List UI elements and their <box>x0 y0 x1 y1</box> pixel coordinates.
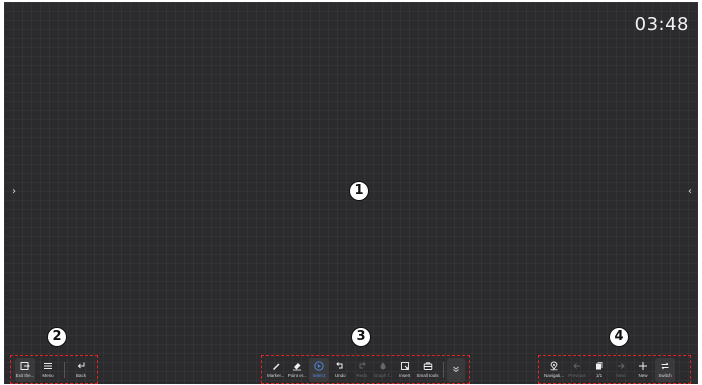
undo-button[interactable]: Undo <box>331 358 351 382</box>
eraser-icon <box>293 363 302 371</box>
annotation-badge-1: 1 <box>349 181 369 201</box>
toolbar-divider <box>442 361 444 378</box>
insert-button[interactable]: Insert <box>395 358 415 382</box>
select-icon <box>314 361 324 371</box>
switch-button[interactable]: Switch <box>655 357 675 382</box>
redo-label: Redo <box>356 373 368 378</box>
page-indicator-button[interactable]: 1/1 <box>589 358 609 382</box>
switch-label: Switch <box>658 373 672 378</box>
next-button[interactable]: Next <box>611 358 631 382</box>
small-tools-button[interactable]: Small tools <box>417 358 439 382</box>
exit-icon <box>20 362 30 370</box>
menu-icon <box>44 363 52 369</box>
back-icon <box>77 362 85 369</box>
chevron-down-icon <box>453 366 460 372</box>
toolbar-divider <box>64 361 65 378</box>
menu-button[interactable]: Menu <box>38 358 58 382</box>
toolbox-icon <box>423 362 432 370</box>
back-label: Back <box>75 373 86 378</box>
next-label: Next <box>616 373 626 378</box>
expand-toolbar-button[interactable] <box>447 357 466 382</box>
eraser-button[interactable]: Point er... <box>288 358 308 382</box>
exit-label: Exit the... <box>15 373 35 378</box>
left-edge-arrow-icon[interactable]: › <box>10 185 18 199</box>
annotation-badge-3: 3 <box>351 327 371 347</box>
previous-label: Previous <box>568 373 586 378</box>
navigation-label: Navigati... <box>543 373 564 378</box>
menu-label: Menu <box>42 373 54 378</box>
small-tools-label: Small tools <box>416 373 439 378</box>
page-indicator-label: 1/1 <box>595 373 603 378</box>
eraser-label: Point er... <box>287 373 307 378</box>
switch-icon <box>661 362 669 370</box>
marker-label: Marker... <box>266 373 285 378</box>
insert-label: Insert <box>399 373 411 378</box>
exit-button[interactable]: Exit the... <box>15 357 35 382</box>
back-button[interactable]: Back <box>71 358 91 382</box>
graph-label: Graph f... <box>373 373 393 378</box>
navigation-icon <box>550 361 558 371</box>
annotation-badge-4: 4 <box>609 327 629 347</box>
select-label: Select <box>312 373 325 378</box>
undo-label: Undo <box>334 373 346 378</box>
redo-icon <box>359 362 366 369</box>
marker-button[interactable]: Marker... <box>266 358 286 382</box>
center-toolbar-group: Marker... Point er... Select Undo Redo G… <box>261 355 470 384</box>
left-toolbar-group: Exit the... Menu Back <box>10 355 98 384</box>
right-edge-arrow-icon[interactable]: ‹ <box>686 185 694 199</box>
arrow-right-icon <box>618 363 625 369</box>
plus-icon <box>639 362 647 370</box>
graph-icon <box>380 362 386 370</box>
undo-icon <box>336 362 343 369</box>
redo-button[interactable]: Redo <box>352 358 372 382</box>
clock: 03:48 <box>634 14 689 35</box>
insert-icon <box>400 362 409 370</box>
right-toolbar-group: Navigati... Previous 1/1 Next New Switch <box>538 355 691 384</box>
annotation-badge-2: 2 <box>47 327 67 347</box>
select-button[interactable]: Select <box>309 357 329 382</box>
pages-icon <box>596 362 603 370</box>
new-page-button[interactable]: New <box>633 358 653 382</box>
previous-button[interactable]: Previous <box>567 358 587 382</box>
marker-icon <box>272 363 280 370</box>
graph-button[interactable]: Graph f... <box>374 358 394 382</box>
new-page-label: New <box>638 373 648 378</box>
navigation-button[interactable]: Navigati... <box>543 358 565 382</box>
arrow-left-icon <box>573 363 580 369</box>
